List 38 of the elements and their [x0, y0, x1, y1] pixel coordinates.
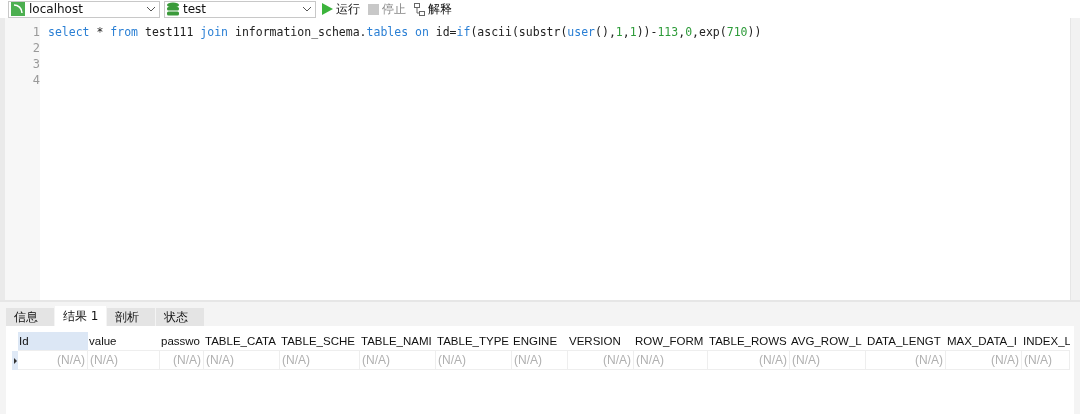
stop-button[interactable]: 停止	[366, 0, 408, 18]
table-cell: (N/A)	[436, 351, 512, 370]
column-header[interactable]: Id	[18, 332, 88, 351]
table-cell: (N/A)	[360, 351, 436, 370]
result-tab[interactable]: 状态	[156, 308, 205, 326]
database-select[interactable]: test	[164, 0, 316, 18]
table-cell: (N/A)	[866, 351, 946, 370]
table-cell: (N/A)	[160, 351, 204, 370]
diagram-icon	[414, 2, 425, 16]
explain-button[interactable]: 解释	[412, 0, 454, 18]
chevron-icon	[303, 6, 311, 12]
scrollbar[interactable]	[1070, 18, 1080, 300]
table-cell: (N/A)	[634, 351, 708, 370]
table-cell: (N/A)	[790, 351, 866, 370]
code-line: select * from test111 join information_schema.tables on id=if(ascii(substr(user(),1,1))-113,0,exp(710))	[48, 24, 763, 40]
table-cell: (N/A)	[512, 351, 568, 370]
table-cell: (N/A)	[946, 351, 1022, 370]
table-cell: (N/A)	[88, 351, 160, 370]
line-number: 3	[32, 56, 40, 72]
stop-icon	[368, 3, 379, 15]
connection-select[interactable]: localhost	[8, 0, 160, 18]
table-cell: (N/A)	[568, 351, 634, 370]
result-tab[interactable]: 剖析	[107, 308, 156, 326]
line-number: 4	[32, 72, 40, 88]
run-button[interactable]: 运行	[320, 0, 362, 18]
result-tab[interactable]: 信息	[6, 308, 54, 326]
row-pointer-icon	[13, 357, 17, 364]
line-number: 1	[32, 24, 40, 40]
table-cell: (N/A)	[1022, 351, 1070, 370]
table-cell: (N/A)	[280, 351, 360, 370]
table-cell: (N/A)	[204, 351, 280, 370]
database-icon	[167, 2, 179, 16]
line-number: 2	[32, 40, 40, 56]
table-cell: (N/A)	[708, 351, 790, 370]
chevron-icon	[147, 6, 155, 12]
table-cell: (N/A)	[18, 351, 88, 370]
play-icon	[322, 3, 333, 15]
result-tab[interactable]: 结果 1	[55, 306, 107, 326]
